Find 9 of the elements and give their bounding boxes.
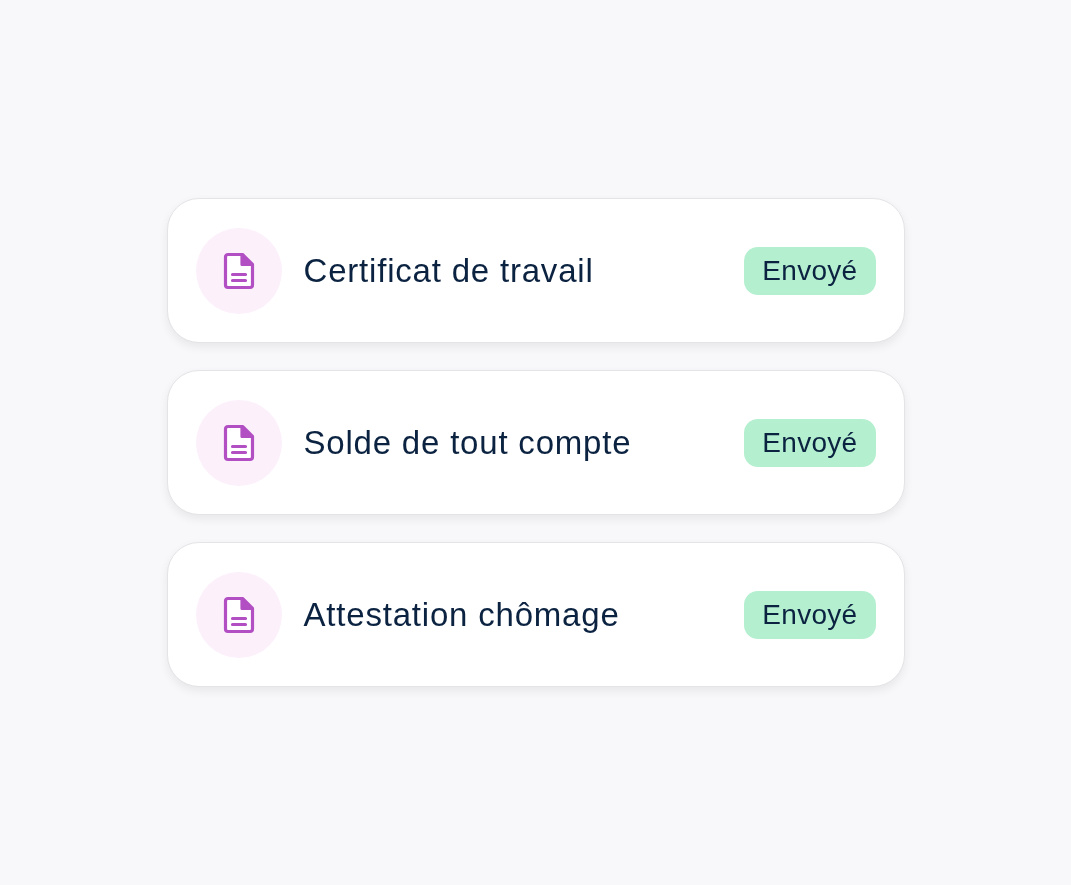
document-title: Certificat de travail	[303, 250, 594, 291]
document-card[interactable]: Solde de tout compte Envoyé	[166, 370, 905, 515]
status-badge: Envoyé	[744, 418, 876, 467]
document-title: Solde de tout compte	[303, 422, 632, 463]
document-card[interactable]: Attestation chômage Envoyé	[166, 542, 905, 687]
document-card[interactable]: Certificat de travail Envoyé	[166, 198, 905, 343]
document-title: Attestation chômage	[303, 594, 620, 635]
status-badge: Envoyé	[744, 246, 876, 295]
status-badge: Envoyé	[744, 590, 876, 639]
